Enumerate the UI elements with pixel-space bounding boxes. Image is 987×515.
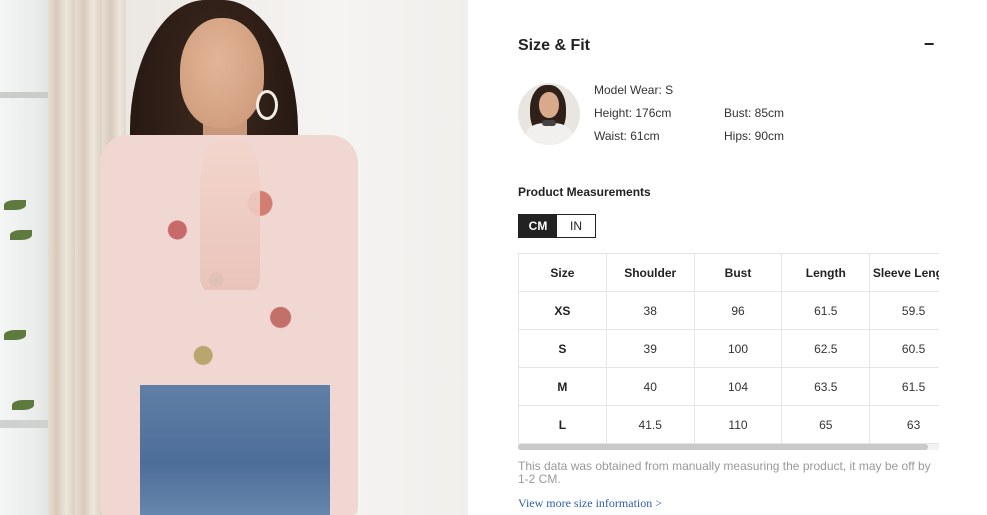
table-cell: 40 [605,367,695,406]
table-cell: 39 [605,329,695,368]
model-height: Height: 176cm [594,106,672,120]
model-wear-size: Model Wear: S [594,83,674,97]
table-cell: 61.5 [781,291,871,330]
product-photo[interactable] [0,0,468,515]
measurement-disclaimer: This data was obtained from manually mea… [518,459,931,486]
unit-cm-button[interactable]: CM [519,215,557,237]
table-header-cell: Bust [693,253,783,292]
table-row: M 40 104 63.5 61.5 [518,367,939,406]
size-fit-panel: Size & Fit − Model Wear: S Height: 176cm… [468,0,987,515]
model-jeans [140,385,330,515]
unit-in-button[interactable]: IN [557,215,595,237]
size-cell: M [518,367,607,406]
table-cell: 60.5 [869,329,939,368]
table-row: L 41.5 110 65 63 [518,405,939,444]
plant-leaf [4,330,26,340]
unit-toggle: CM IN [518,214,596,238]
table-header-cell: Sleeve Length [869,253,939,292]
table-cell: 63 [869,405,939,444]
table-cell: 41.5 [605,405,695,444]
plant-leaf [12,400,34,410]
table-row: XS 38 96 61.5 59.5 [518,291,939,330]
table-row: S 39 100 62.5 60.5 [518,329,939,368]
model-hips: Hips: 90cm [724,129,785,143]
view-more-size-link[interactable]: View more size information > [518,496,662,511]
product-measurements-title: Product Measurements [518,185,651,199]
size-cell: S [518,329,607,368]
table-header-cell: Shoulder [605,253,695,292]
tie-neck-bow [200,140,260,290]
avatar-face [539,92,559,118]
plant-leaf [10,230,32,240]
table-header-cell: Size [518,253,607,292]
table-cell: 63.5 [781,367,871,406]
avatar-collar [542,120,556,126]
table-cell: 100 [693,329,783,368]
size-cell: L [518,405,607,444]
table-cell: 62.5 [781,329,871,368]
table-cell: 59.5 [869,291,939,330]
table-cell: 96 [693,291,783,330]
size-table-scroll[interactable]: Size Shoulder Bust Length Sleeve Length … [518,253,939,449]
table-header-cell: Length [781,253,871,292]
table-cell: 61.5 [869,367,939,406]
scrollbar-thumb[interactable] [518,444,928,450]
table-cell: 110 [693,405,783,444]
avatar-body [526,123,572,145]
plant-leaf [4,200,26,210]
model-earring [256,90,278,120]
size-cell: XS [518,291,607,330]
table-cell: 104 [693,367,783,406]
table-cell: 65 [781,405,871,444]
model-avatar [518,83,580,145]
horizontal-scrollbar[interactable] [518,444,939,450]
model-bust: Bust: 85cm [724,106,785,120]
size-fit-title: Size & Fit [518,37,591,54]
collapse-minus-icon[interactable]: − [920,35,938,54]
model-waist: Waist: 61cm [594,129,660,143]
table-header-row: Size Shoulder Bust Length Sleeve Length [518,253,939,292]
model-face [180,18,264,128]
window-frame [0,92,48,98]
size-table: Size Shoulder Bust Length Sleeve Length … [518,253,939,444]
table-cell: 38 [605,291,695,330]
